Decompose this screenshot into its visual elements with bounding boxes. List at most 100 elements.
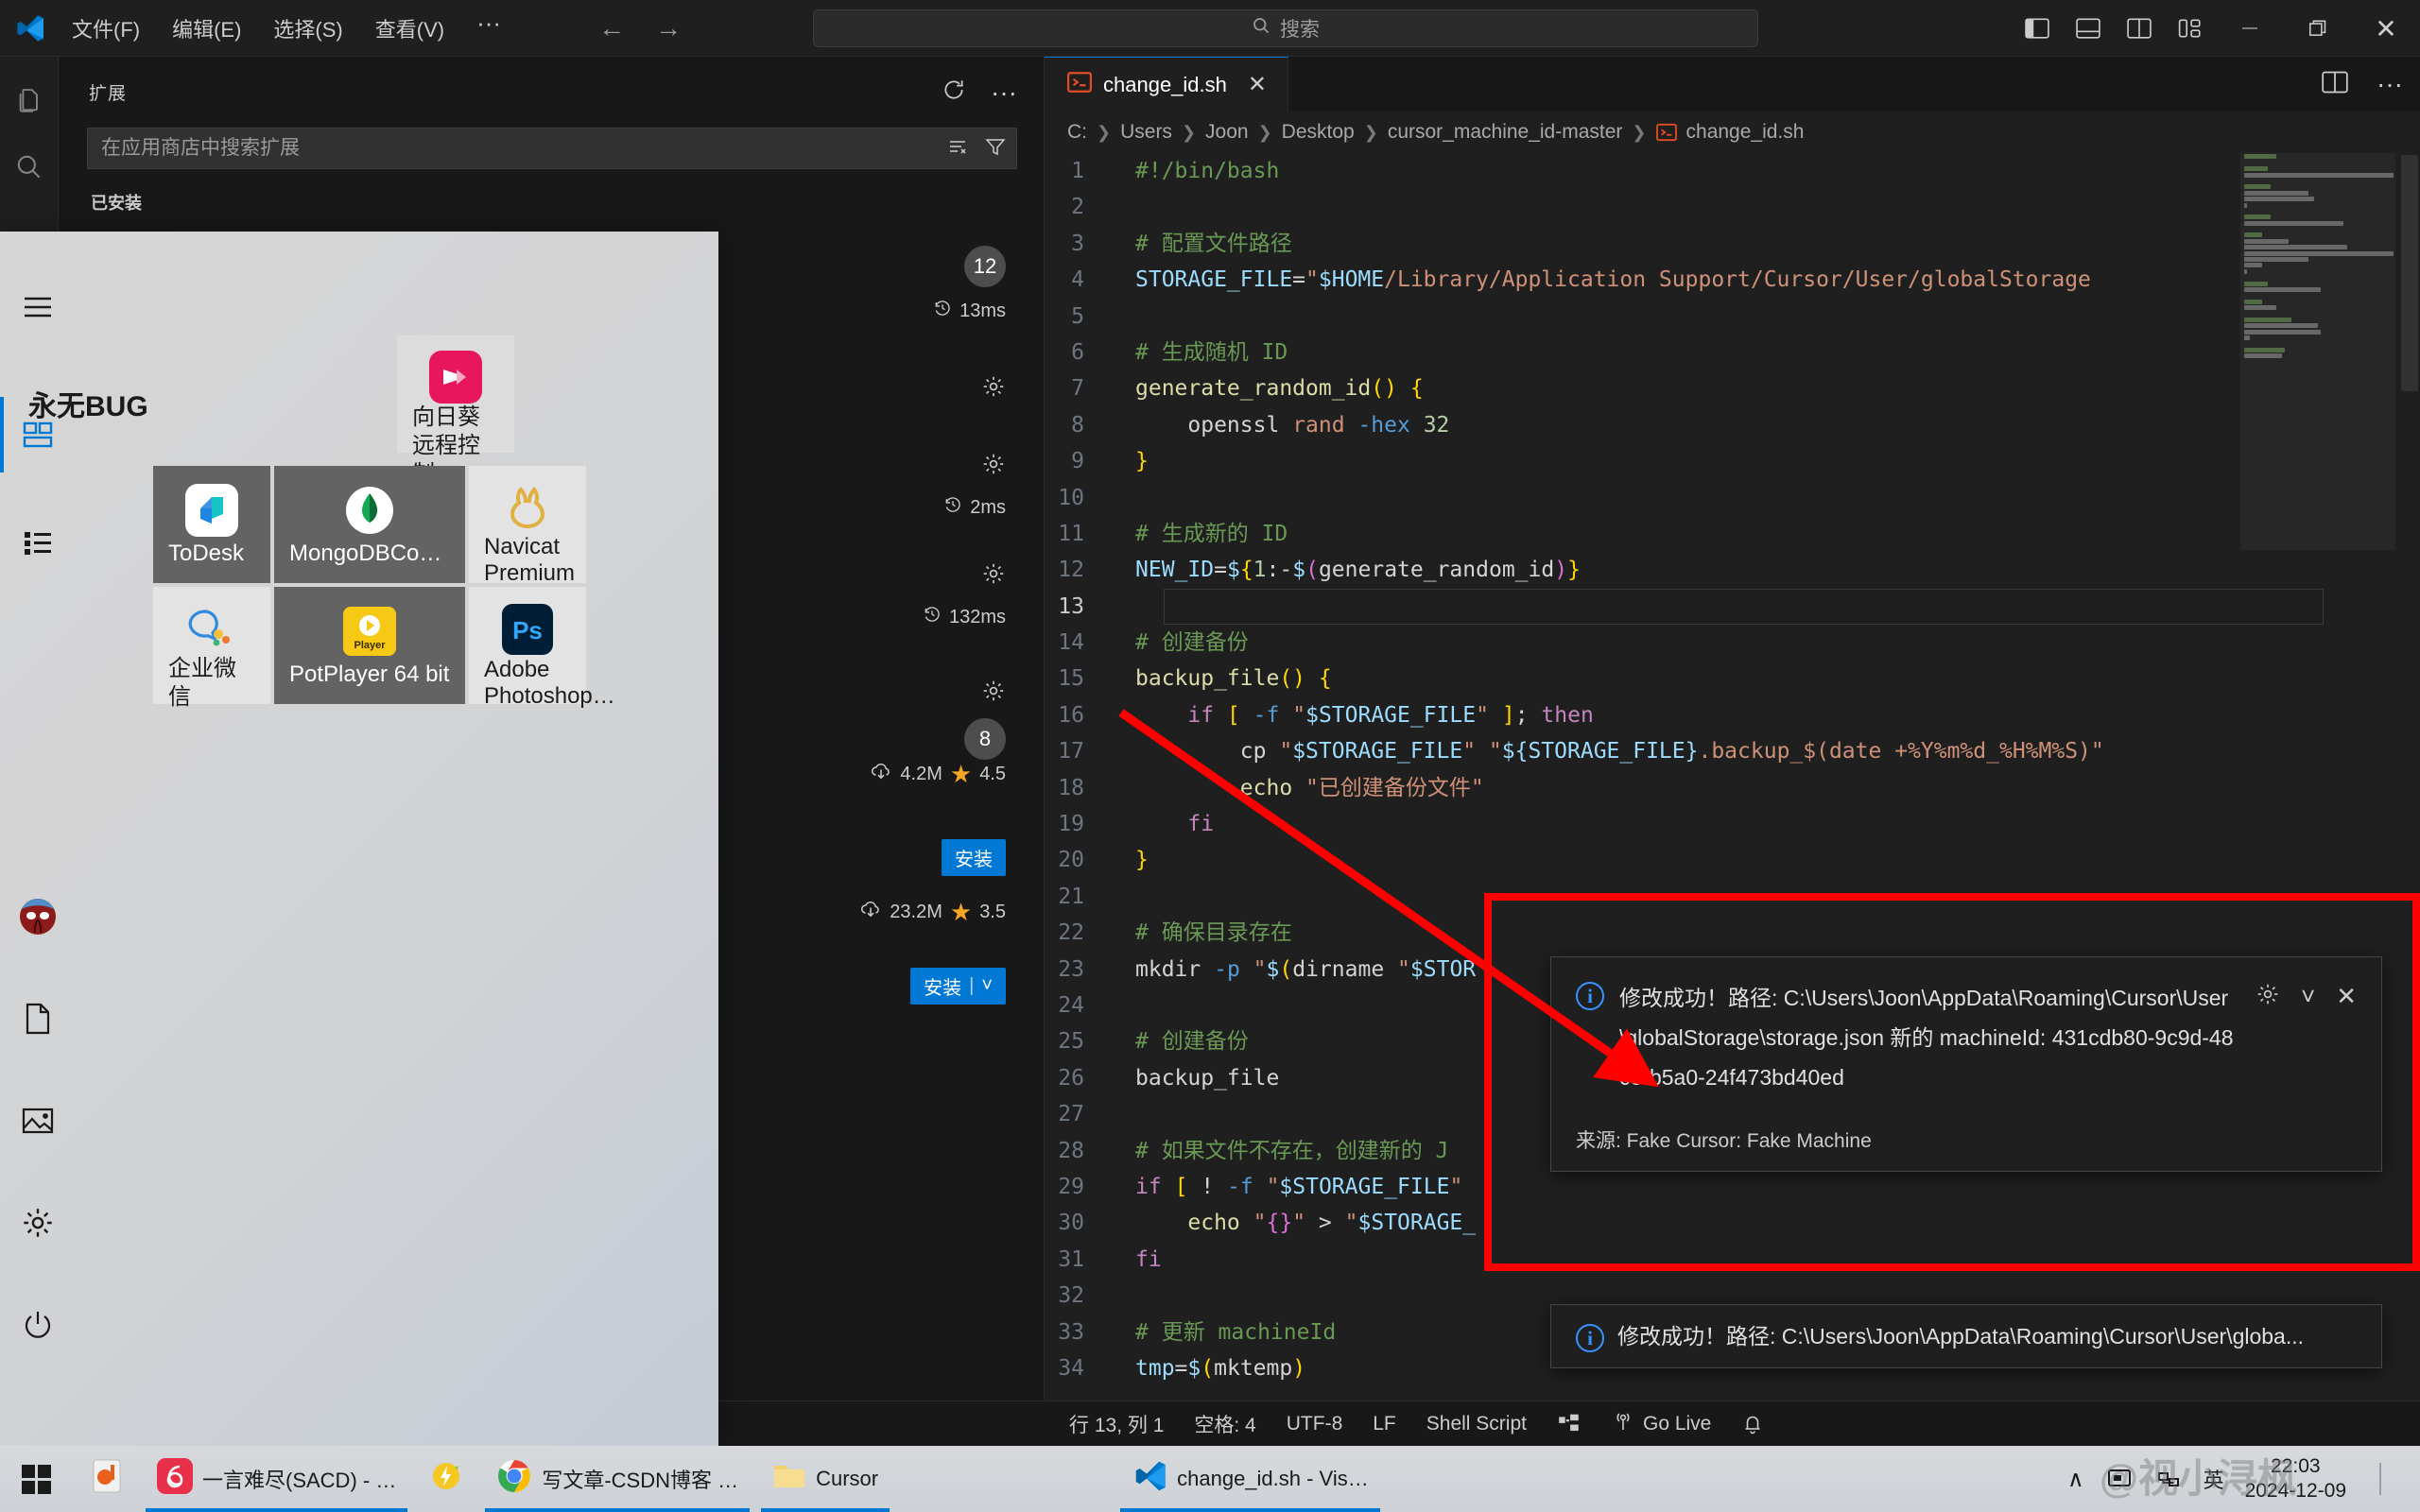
taskbar-item-lightning[interactable] — [413, 1446, 479, 1512]
hamburger-icon[interactable] — [0, 269, 76, 345]
gear-icon[interactable] — [981, 452, 1006, 482]
menu-view[interactable]: 查看(V) — [362, 8, 458, 49]
tile-todesk[interactable]: ToDesk — [153, 466, 270, 583]
go-live-button[interactable]: Go Live — [1597, 1410, 1726, 1438]
sidebar-item-settings[interactable] — [0, 1185, 76, 1261]
gear-icon[interactable] — [981, 561, 1006, 592]
line-number: 24 — [1058, 992, 1084, 1018]
filter-icon[interactable] — [984, 135, 1007, 163]
menu-selection[interactable]: 选择(S) — [260, 8, 355, 49]
close-button[interactable]: ✕ — [2352, 0, 2420, 57]
gear-icon[interactable] — [981, 374, 1006, 404]
extensions-panel-title: 扩展 — [89, 84, 128, 104]
menu-overflow[interactable]: ··· — [463, 7, 514, 49]
activity-search-icon[interactable] — [0, 136, 59, 198]
ext-rating: 4.5 — [979, 764, 1006, 784]
status-encoding[interactable]: UTF-8 — [1271, 1413, 1358, 1435]
minimap[interactable] — [2240, 153, 2399, 1400]
sidebar-item-all-apps[interactable] — [0, 506, 76, 581]
tile-wecom[interactable]: 企业微信 — [153, 587, 270, 710]
show-desktop-icon[interactable] — [2367, 1463, 2395, 1495]
sidebar-item-user-avatar[interactable] — [0, 879, 76, 954]
tab-change-id-sh[interactable]: change_id.sh ✕ — [1045, 57, 1288, 112]
line-content: openssl rand -hex 32 — [1187, 412, 1450, 438]
line-content: echo "{}" > "$STORAGE_ — [1187, 1211, 1477, 1236]
breadcrumb-item[interactable]: C: — [1067, 121, 1087, 144]
breadcrumb-item[interactable]: change_id.sh — [1686, 121, 1805, 144]
scrollbar-thumb[interactable] — [2401, 155, 2418, 391]
sidebar-item-power[interactable] — [0, 1287, 76, 1363]
tray-expand-icon[interactable]: ∧ — [2067, 1466, 2084, 1493]
broadcast-icon — [1612, 1410, 1634, 1438]
line-content: # 配置文件路径 — [1135, 231, 1292, 256]
tile-mongodb-compass[interactable]: MongoDBCo… — [274, 466, 465, 583]
notification-toast-secondary[interactable]: i 修改成功！路径: C:\Users\Joon\AppData\Roaming… — [1550, 1304, 2382, 1368]
code-line: 16 if [ -f "$STORAGE_FILE" ]; then — [1045, 697, 2420, 733]
extensions-search-box[interactable] — [87, 128, 1017, 169]
clear-filter-icon[interactable] — [946, 135, 969, 163]
sidebar-item-documents[interactable] — [0, 981, 76, 1057]
breadcrumb-item[interactable]: cursor_machine_id-master — [1388, 121, 1623, 144]
tray-app-icon[interactable] — [2105, 1465, 2134, 1493]
close-icon[interactable]: ✕ — [2336, 982, 2357, 1011]
minimize-button[interactable]: — — [2216, 0, 2284, 57]
install-dropdown-button[interactable]: 安装 | ˅ — [910, 968, 1006, 1005]
status-cursor-position[interactable]: 行 13, 列 1 — [1054, 1410, 1179, 1438]
lightning-icon — [430, 1460, 462, 1498]
code-editor[interactable]: 1 #!/bin/bash 2 3 # 配置文件路径 4 STORAGE_FILE="$H… — [1045, 153, 2420, 1400]
toggle-secondary-sidebar-icon[interactable] — [2114, 0, 2165, 57]
close-icon[interactable]: ✕ — [1248, 71, 1267, 98]
ext-downloads: 23.2M — [890, 902, 942, 922]
ports-icon[interactable] — [1542, 1413, 1597, 1435]
minimap-slider[interactable] — [2240, 153, 2395, 550]
windows-start-icon[interactable] — [0, 1446, 74, 1512]
editor-more-actions-icon[interactable]: ··· — [2377, 71, 2403, 97]
taskbar-clock[interactable]: 22:03 2024-12-09 — [2245, 1454, 2346, 1503]
tile-sunlogin[interactable]: 向日葵远程控制 — [397, 335, 514, 487]
toggle-panel-icon[interactable] — [2063, 0, 2114, 57]
command-search-box[interactable]: 搜索 — [813, 9, 1758, 47]
status-eol[interactable]: LF — [1357, 1413, 1411, 1435]
status-indentation[interactable]: 空格: 4 — [1179, 1410, 1270, 1438]
sidebar-item-pictures[interactable] — [0, 1083, 76, 1159]
breadcrumb-item[interactable]: Users — [1120, 121, 1172, 144]
split-editor-icon[interactable] — [2322, 71, 2348, 98]
menu-edit[interactable]: 编辑(E) — [159, 8, 254, 49]
chevron-down-icon[interactable]: ˅ — [2301, 982, 2315, 1011]
taskbar-item-qq-music[interactable] — [74, 1446, 140, 1512]
more-actions-icon[interactable]: ··· — [991, 78, 1017, 105]
info-icon: i — [1576, 982, 1604, 1010]
start-menu: 永无BUG 向日葵远程控制 ToDesk MongoDBCo… — [0, 232, 718, 1446]
editor-scrollbar[interactable] — [2399, 153, 2420, 1400]
breadcrumb-item[interactable]: Desktop — [1282, 121, 1355, 144]
taskbar-item-chrome[interactable]: 写文章-CSDN博客 … — [479, 1446, 755, 1512]
customize-layout-icon[interactable] — [2165, 0, 2216, 57]
nav-back-icon[interactable]: ← — [596, 13, 628, 43]
install-button[interactable]: 安装 — [942, 839, 1006, 876]
tile-potplayer[interactable]: Player PotPlayer 64 bit — [274, 587, 465, 704]
extensions-search-input[interactable] — [101, 137, 946, 160]
menu-file[interactable]: 文件(F) — [59, 8, 153, 49]
toggle-primary-sidebar-icon[interactable] — [2012, 0, 2063, 57]
line-number: 33 — [1058, 1319, 1084, 1345]
tile-navicat[interactable]: Navicat Premium 16 — [469, 466, 586, 612]
activity-explorer-icon[interactable] — [0, 70, 59, 132]
taskbar-item-cursor-folder[interactable]: Cursor — [755, 1446, 895, 1512]
chevron-down-icon[interactable]: ˅ — [981, 975, 993, 997]
ime-indicator[interactable]: 英 — [2204, 1464, 2224, 1494]
notification-toast-primary[interactable]: i 修改成功！路径: C:\Users\Joon\AppData\Roaming… — [1550, 956, 2382, 1172]
taskbar-item-netease-music[interactable]: 一言难尽(SACD) - … — [140, 1446, 413, 1512]
refresh-icon[interactable] — [942, 77, 966, 107]
tile-photoshop[interactable]: Ps Adobe Photoshop… — [469, 587, 615, 709]
breadcrumb-item[interactable]: Joon — [1205, 121, 1249, 144]
status-language-mode[interactable]: Shell Script — [1411, 1413, 1542, 1435]
vscode-icon — [1132, 1458, 1167, 1500]
maximize-restore-button[interactable] — [2284, 0, 2352, 57]
network-icon[interactable] — [2154, 1465, 2183, 1493]
gear-icon[interactable] — [981, 679, 1006, 709]
gear-icon[interactable] — [2256, 982, 2280, 1011]
nav-forward-icon[interactable]: → — [652, 13, 684, 43]
line-content — [1124, 988, 1149, 1023]
bell-icon[interactable] — [1726, 1413, 1779, 1435]
taskbar-item-vscode[interactable]: change_id.sh - Vis… — [1115, 1446, 1386, 1512]
